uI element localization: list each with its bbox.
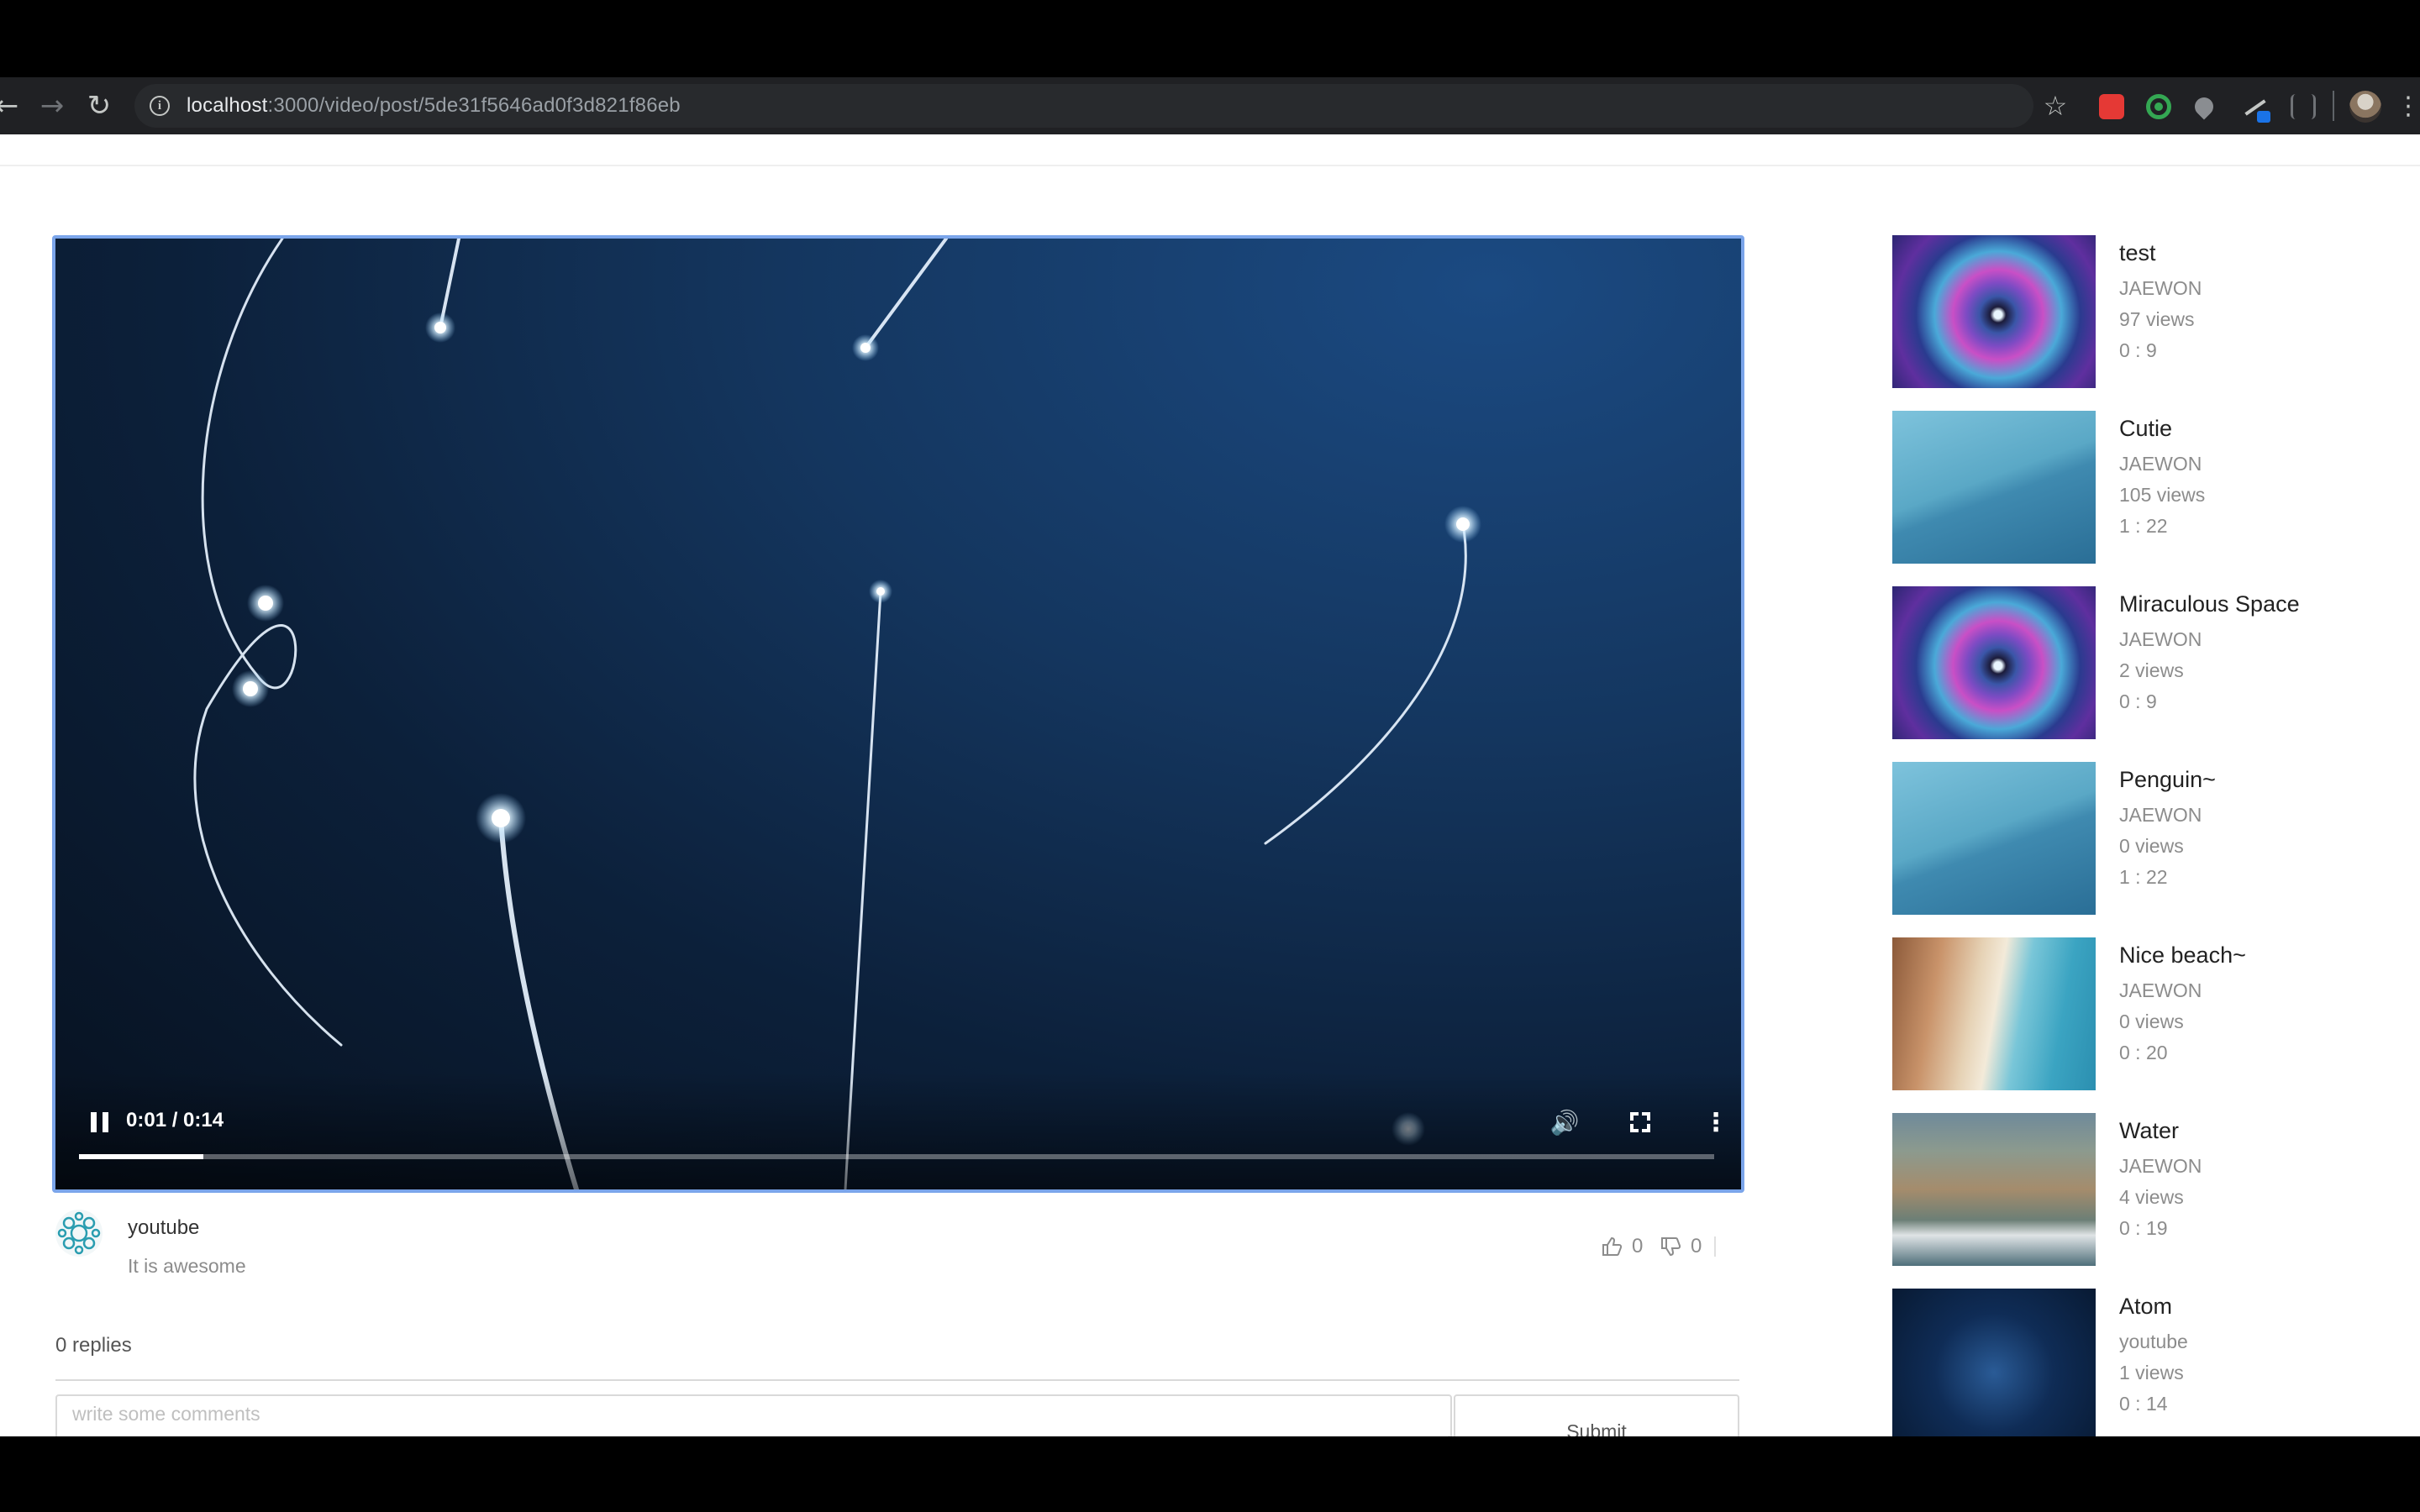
video-author: JAEWON (2119, 628, 2202, 650)
side-video-item[interactable]: Nice beach~ JAEWON 0 views 0 : 20 (1892, 937, 2363, 1097)
url-path: :3000/video/post/5de31f5646ad0f3d821f86e… (267, 94, 681, 117)
extension-green-ring-icon[interactable] (2146, 94, 2171, 119)
time-display: 0:01 / 0:14 (126, 1109, 224, 1131)
like-count: 0 (1632, 1235, 1644, 1257)
extension-pen-icon[interactable] (2242, 94, 2270, 123)
pause-button[interactable] (82, 1105, 116, 1139)
video-title[interactable]: Penguin~ (2119, 767, 2216, 793)
side-video-item[interactable]: Water JAEWON 4 views 0 : 19 (1892, 1113, 2363, 1273)
video-title[interactable]: Miraculous Space (2119, 591, 2300, 617)
controls-overlay (55, 1072, 1741, 1189)
video-thumbnail[interactable] (1892, 762, 2096, 915)
dislike-icon[interactable] (1659, 1235, 1682, 1258)
comments-divider (55, 1379, 1739, 1381)
video-frame (193, 239, 1481, 1189)
toolbar-separator (2333, 91, 2334, 121)
page: 0:01 / 0:14 🔊 ⋮ youtube It is awesome 0 (0, 134, 2420, 1436)
comment-text: It is awesome (128, 1255, 246, 1277)
video-thumbnail[interactable] (1892, 1113, 2096, 1266)
video-duration: 0 : 9 (2119, 339, 2157, 361)
reload-icon[interactable]: ↻ (81, 87, 118, 124)
address-bar[interactable]: i localhost:3000/video/post/5de31f5646ad… (134, 84, 2033, 128)
url-host: localhost (187, 94, 268, 117)
page-header (0, 134, 2420, 166)
video-title[interactable]: Water (2119, 1118, 2179, 1144)
video-title[interactable]: Atom (2119, 1294, 2172, 1320)
side-video-item[interactable]: Cutie JAEWON 105 views 1 : 22 (1892, 411, 2363, 570)
video-title[interactable]: Cutie (2119, 416, 2172, 442)
comment-author[interactable]: youtube (128, 1216, 199, 1240)
actions-divider (1714, 1236, 1716, 1257)
site-info-icon[interactable]: i (150, 96, 170, 116)
video-duration: 1 : 22 (2119, 866, 2168, 888)
side-video-item[interactable]: Penguin~ JAEWON 0 views 1 : 22 (1892, 762, 2363, 921)
browser-tabstrip (0, 0, 2420, 77)
seek-bar-played (79, 1154, 204, 1159)
profile-avatar[interactable] (2349, 91, 2381, 123)
video-thumbnail[interactable] (1892, 1289, 2096, 1436)
video-thumbnail[interactable] (1892, 411, 2096, 564)
video-author: JAEWON (2119, 277, 2202, 299)
video-duration: 0 : 9 (2119, 690, 2157, 712)
volume-icon[interactable]: 🔊 (1548, 1105, 1581, 1139)
dislike-count: 0 (1691, 1235, 1702, 1257)
url-text[interactable]: localhost:3000/video/post/5de31f5646ad0f… (187, 94, 681, 118)
fullscreen-icon[interactable] (1623, 1105, 1657, 1139)
video-author: youtube (2119, 1331, 2188, 1352)
video-duration: 1 : 22 (2119, 515, 2168, 537)
side-video-item[interactable]: Miraculous Space JAEWON 2 views 0 : 9 (1892, 586, 2363, 746)
video-author: JAEWON (2119, 979, 2202, 1001)
video-thumbnail[interactable] (1892, 235, 2096, 388)
like-icon[interactable] (1600, 1235, 1623, 1258)
replies-count: 0 replies (55, 1334, 132, 1357)
side-video-item[interactable]: test JAEWON 97 views 0 : 9 (1892, 235, 2363, 395)
video-views: 97 views (2119, 308, 2195, 330)
video-duration: 0 : 14 (2119, 1393, 2168, 1415)
browser-menu-icon[interactable]: ⋮ (2396, 87, 2420, 124)
video-views: 105 views (2119, 484, 2206, 506)
screen: ← → ↻ i localhost:3000/video/post/5de31f… (0, 0, 2420, 1512)
comment-avatar (55, 1210, 103, 1257)
bookmark-star-icon[interactable]: ☆ (2037, 87, 2074, 124)
video-duration: 0 : 19 (2119, 1217, 2168, 1239)
video-views: 1 views (2119, 1362, 2184, 1383)
bottom-black-bar (0, 1436, 2420, 1512)
back-icon[interactable]: ← (0, 87, 25, 124)
video-title[interactable]: Nice beach~ (2119, 942, 2246, 969)
video-author: JAEWON (2119, 804, 2202, 826)
video-duration: 0 : 20 (2119, 1042, 2168, 1063)
extension-red-icon[interactable] (2099, 94, 2124, 119)
video-author: JAEWON (2119, 453, 2202, 475)
seek-bar[interactable] (79, 1154, 1714, 1159)
video-player[interactable]: 0:01 / 0:14 🔊 ⋮ (52, 235, 1744, 1193)
video-views: 4 views (2119, 1186, 2184, 1208)
more-options-icon[interactable]: ⋮ (1699, 1105, 1733, 1139)
video-thumbnail[interactable] (1892, 586, 2096, 739)
video-thumbnail[interactable] (1892, 937, 2096, 1090)
video-views: 0 views (2119, 835, 2184, 857)
video-views: 0 views (2119, 1011, 2184, 1032)
video-title[interactable]: test (2119, 240, 2156, 266)
forward-icon[interactable]: → (34, 87, 71, 124)
comment-input[interactable] (55, 1394, 1452, 1436)
side-video-item[interactable]: Atom youtube 1 views 0 : 14 (1892, 1289, 2363, 1436)
video-views: 2 views (2119, 659, 2184, 681)
video-author: JAEWON (2119, 1155, 2202, 1177)
extension-bracket-icon[interactable] (2291, 94, 2316, 119)
submit-button[interactable]: Submit (1454, 1394, 1739, 1436)
